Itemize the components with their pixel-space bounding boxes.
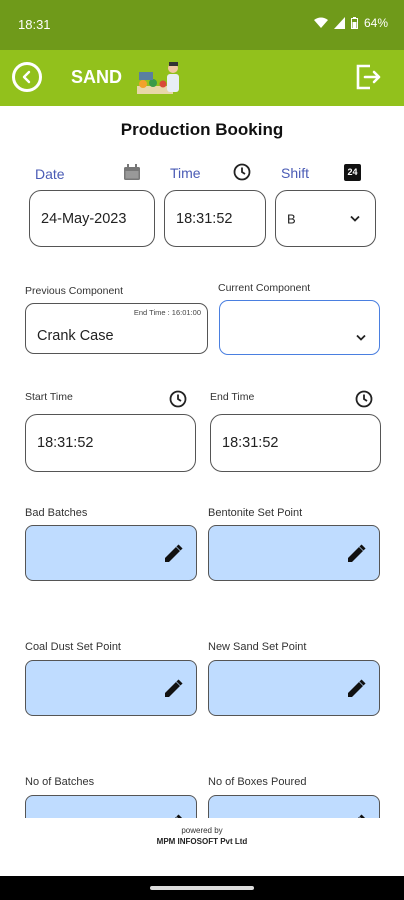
battery-icon [350,17,358,29]
shift-value: B [287,211,296,226]
coal-dust-label: Coal Dust Set Point [25,641,121,653]
start-time-label: Start Time [25,391,73,403]
status-icons: 64% [313,16,388,30]
shift-label: Shift [281,165,310,181]
time-label: Time [170,165,201,181]
clock-icon[interactable] [355,390,373,408]
calendar-icon[interactable] [123,163,141,181]
bad-batches-input[interactable] [25,525,197,581]
new-sand-set-point-input[interactable] [208,660,380,716]
shift-select[interactable]: B [275,190,376,247]
system-nav-bar [0,876,404,900]
bad-batches-label: Bad Batches [25,507,88,519]
pencil-icon [348,679,366,697]
bentonite-label: Bentonite Set Point [208,507,303,519]
back-button[interactable] [12,62,42,92]
pencil-icon [165,679,183,697]
end-time-field[interactable]: 18:31:52 [210,414,381,472]
end-time-note: End Time : 16:01:00 [133,308,201,317]
signal-icon [333,17,345,29]
no-of-boxes-label: No of Boxes Poured [208,776,307,788]
chevron-down-icon [356,334,366,341]
pencil-icon [348,544,366,562]
battery-level: 64% [363,16,388,30]
arrow-left-icon [22,70,31,84]
current-component-select[interactable] [219,300,380,355]
pencil-icon [165,544,183,562]
logout-icon[interactable] [354,63,382,91]
previous-component-value: Crank Case [37,328,114,344]
chevron-down-icon [350,215,360,222]
footer: powered by MPM INFOSOFT Pvt Ltd [0,818,404,876]
end-time-label: End Time [210,391,255,403]
status-bar: 18:31 64% [0,0,404,50]
date-label: Date [35,166,65,182]
worker-logo-icon [137,62,179,94]
company-name: MPM INFOSOFT Pvt Ltd [156,837,248,846]
app-title: SAND [71,67,123,87]
end-time-value: 18:31:52 [222,435,279,451]
start-time-value: 18:31:52 [37,435,94,451]
page-title: Production Booking [120,120,284,139]
time-field[interactable]: 18:31:52 [164,190,266,247]
clock-icon[interactable] [169,390,187,408]
time-value: 18:31:52 [176,210,233,227]
status-time: 18:31 [18,17,51,32]
current-component-label: Current Component [218,282,311,294]
coal-dust-set-point-input[interactable] [25,660,197,716]
no-of-batches-label: No of Batches [25,776,95,788]
app-bar: SAND [0,50,404,106]
clock-icon[interactable] [233,163,251,181]
wifi-icon [313,17,328,28]
previous-component-label: Previous Component [25,285,124,297]
start-time-field[interactable]: 18:31:52 [25,414,196,472]
twenty-four-hour-icon[interactable]: 24 [344,164,361,181]
previous-component-field: End Time : 16:01:00 Crank Case [25,303,208,354]
new-sand-label: New Sand Set Point [208,641,307,653]
home-handle[interactable] [150,886,254,890]
date-value: 24-May-2023 [41,210,127,227]
date-field[interactable]: 24-May-2023 [29,190,155,247]
bentonite-set-point-input[interactable] [208,525,380,581]
powered-by-text: powered by [181,826,223,835]
